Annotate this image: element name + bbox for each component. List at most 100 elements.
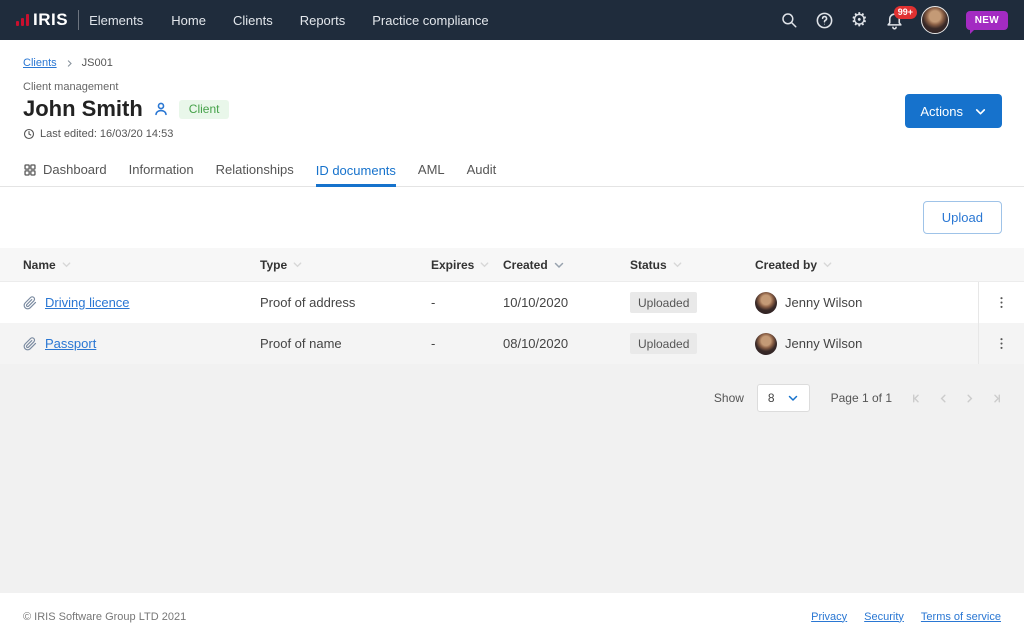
tab-relationships[interactable]: Relationships (216, 156, 294, 186)
nav-item-home[interactable]: Home (171, 13, 206, 28)
tab-dashboard[interactable]: Dashboard (23, 156, 107, 186)
page-footer: © IRIS Software Group LTD 2021 Privacy S… (0, 593, 1024, 640)
search-icon[interactable] (780, 11, 798, 29)
column-header-status[interactable]: Status (630, 258, 755, 272)
documents-toolbar: Upload (0, 187, 1024, 248)
grid-icon (24, 163, 36, 176)
upload-button[interactable]: Upload (922, 201, 1002, 234)
column-header-created-by[interactable]: Created by (755, 258, 978, 272)
help-icon[interactable] (815, 11, 834, 30)
cell-type: Proof of address (260, 295, 356, 310)
nav-item-clients[interactable]: Clients (233, 13, 273, 28)
creator-avatar (755, 291, 777, 314)
cell-created-by: Jenny Wilson (785, 295, 863, 310)
status-badge: Uploaded (630, 333, 698, 354)
table-header-row: Name Type Expires Created Status Created… (0, 248, 1024, 282)
footer-link-security[interactable]: Security (864, 611, 904, 623)
gear-icon[interactable]: ⚙ (851, 10, 868, 30)
footer-link-privacy[interactable]: Privacy (811, 611, 847, 623)
column-header-type-label: Type (260, 257, 288, 272)
person-icon (153, 101, 169, 117)
column-header-created-by-label: Created by (755, 257, 818, 272)
column-header-created[interactable]: Created (503, 258, 630, 272)
top-navbar: IRIS Elements Home Clients Reports Pract… (0, 0, 1024, 40)
new-badge[interactable]: NEW (965, 10, 1008, 34)
page-info: Page 1 of 1 (830, 391, 892, 405)
nav-item-reports[interactable]: Reports (300, 13, 346, 28)
footer-link-terms[interactable]: Terms of service (921, 611, 1001, 623)
brand-name: IRIS (33, 10, 69, 29)
last-page-icon[interactable] (989, 392, 1002, 405)
chevron-right-icon (65, 59, 74, 68)
tab-id-documents[interactable]: ID documents (315, 156, 396, 187)
user-avatar[interactable] (920, 6, 949, 34)
last-edited-text: Last edited: 16/03/20 14:53 (40, 128, 174, 140)
content-background: Show 8 Page 1 of 1 (0, 364, 1024, 593)
show-label: Show (713, 391, 744, 405)
pagination-bar: Show 8 Page 1 of 1 (0, 364, 1024, 412)
nav-item-practice-compliance[interactable]: Practice compliance (372, 13, 488, 28)
row-kebab-menu-icon[interactable] (978, 323, 1024, 364)
column-header-name[interactable]: Name (23, 258, 260, 272)
tab-audit-label: Audit (466, 162, 497, 177)
brand-divider (78, 10, 80, 30)
tab-dashboard-label: Dashboard (43, 162, 107, 177)
client-type-badge: Client (178, 99, 230, 119)
column-header-type[interactable]: Type (260, 258, 431, 272)
cell-created-by: Jenny Wilson (785, 336, 863, 351)
column-header-name-label: Name (23, 257, 56, 272)
sort-chevron-icon (673, 262, 682, 268)
cell-created: 08/10/2020 (503, 336, 569, 351)
tab-aml-label: AML (417, 162, 445, 177)
nav-links: Home Clients Reports Practice compliance (171, 13, 488, 28)
sort-chevron-icon (480, 262, 489, 268)
cell-type: Proof of name (260, 336, 342, 351)
clock-icon (23, 128, 35, 140)
page-header: Client management John Smith Client Last… (0, 69, 1024, 140)
iris-bars-icon (16, 14, 29, 26)
column-header-expires[interactable]: Expires (431, 258, 503, 272)
tab-information-label: Information (128, 162, 194, 177)
table-row: Passport Proof of name - 08/10/2020 Uplo… (0, 323, 1024, 364)
tab-bar: Dashboard Information Relationships ID d… (0, 156, 1024, 187)
page-size-select[interactable]: 8 (756, 384, 810, 412)
row-kebab-menu-icon[interactable] (978, 282, 1024, 323)
tab-aml[interactable]: AML (418, 156, 445, 186)
sort-chevron-icon (823, 262, 832, 268)
page-eyebrow: Client management (23, 81, 119, 93)
actions-button[interactable]: Actions (905, 94, 1002, 128)
sort-chevron-icon (62, 262, 71, 268)
paperclip-icon (23, 295, 37, 310)
page-title: John Smith (23, 96, 143, 121)
actions-button-label: Actions (920, 103, 963, 119)
tab-audit[interactable]: Audit (467, 156, 497, 186)
sort-chevron-icon (293, 262, 302, 268)
document-link[interactable]: Passport (45, 336, 96, 351)
page-size-value: 8 (767, 391, 775, 405)
column-header-expires-label: Expires (431, 257, 475, 272)
next-page-icon[interactable] (963, 392, 976, 405)
sort-chevron-icon-active (554, 262, 563, 268)
tab-relationships-label: Relationships (215, 162, 294, 177)
brand-product: Elements (89, 12, 144, 28)
column-header-created-label: Created (503, 257, 548, 272)
documents-table: Name Type Expires Created Status Created… (0, 248, 1024, 364)
document-link[interactable]: Driving licence (45, 295, 130, 310)
cell-created: 10/10/2020 (503, 295, 569, 310)
brand-logo[interactable]: IRIS Elements (16, 10, 143, 30)
column-header-status-label: Status (630, 257, 667, 272)
chevron-down-icon (975, 108, 986, 114)
paperclip-icon (23, 336, 37, 351)
table-row: Driving licence Proof of address - 10/10… (0, 282, 1024, 323)
tab-information[interactable]: Information (129, 156, 194, 186)
breadcrumb-clients-link[interactable]: Clients (23, 57, 57, 69)
notifications-bell-icon[interactable]: 99+ (885, 5, 918, 30)
status-badge: Uploaded (630, 292, 698, 313)
previous-page-icon[interactable] (937, 392, 950, 405)
breadcrumb-current: JS001 (81, 57, 113, 69)
creator-avatar (755, 332, 777, 355)
notification-count-badge: 99+ (893, 5, 918, 19)
breadcrumb: Clients JS001 (0, 40, 1024, 69)
first-page-icon[interactable] (911, 392, 924, 405)
chevron-down-icon (788, 395, 797, 401)
